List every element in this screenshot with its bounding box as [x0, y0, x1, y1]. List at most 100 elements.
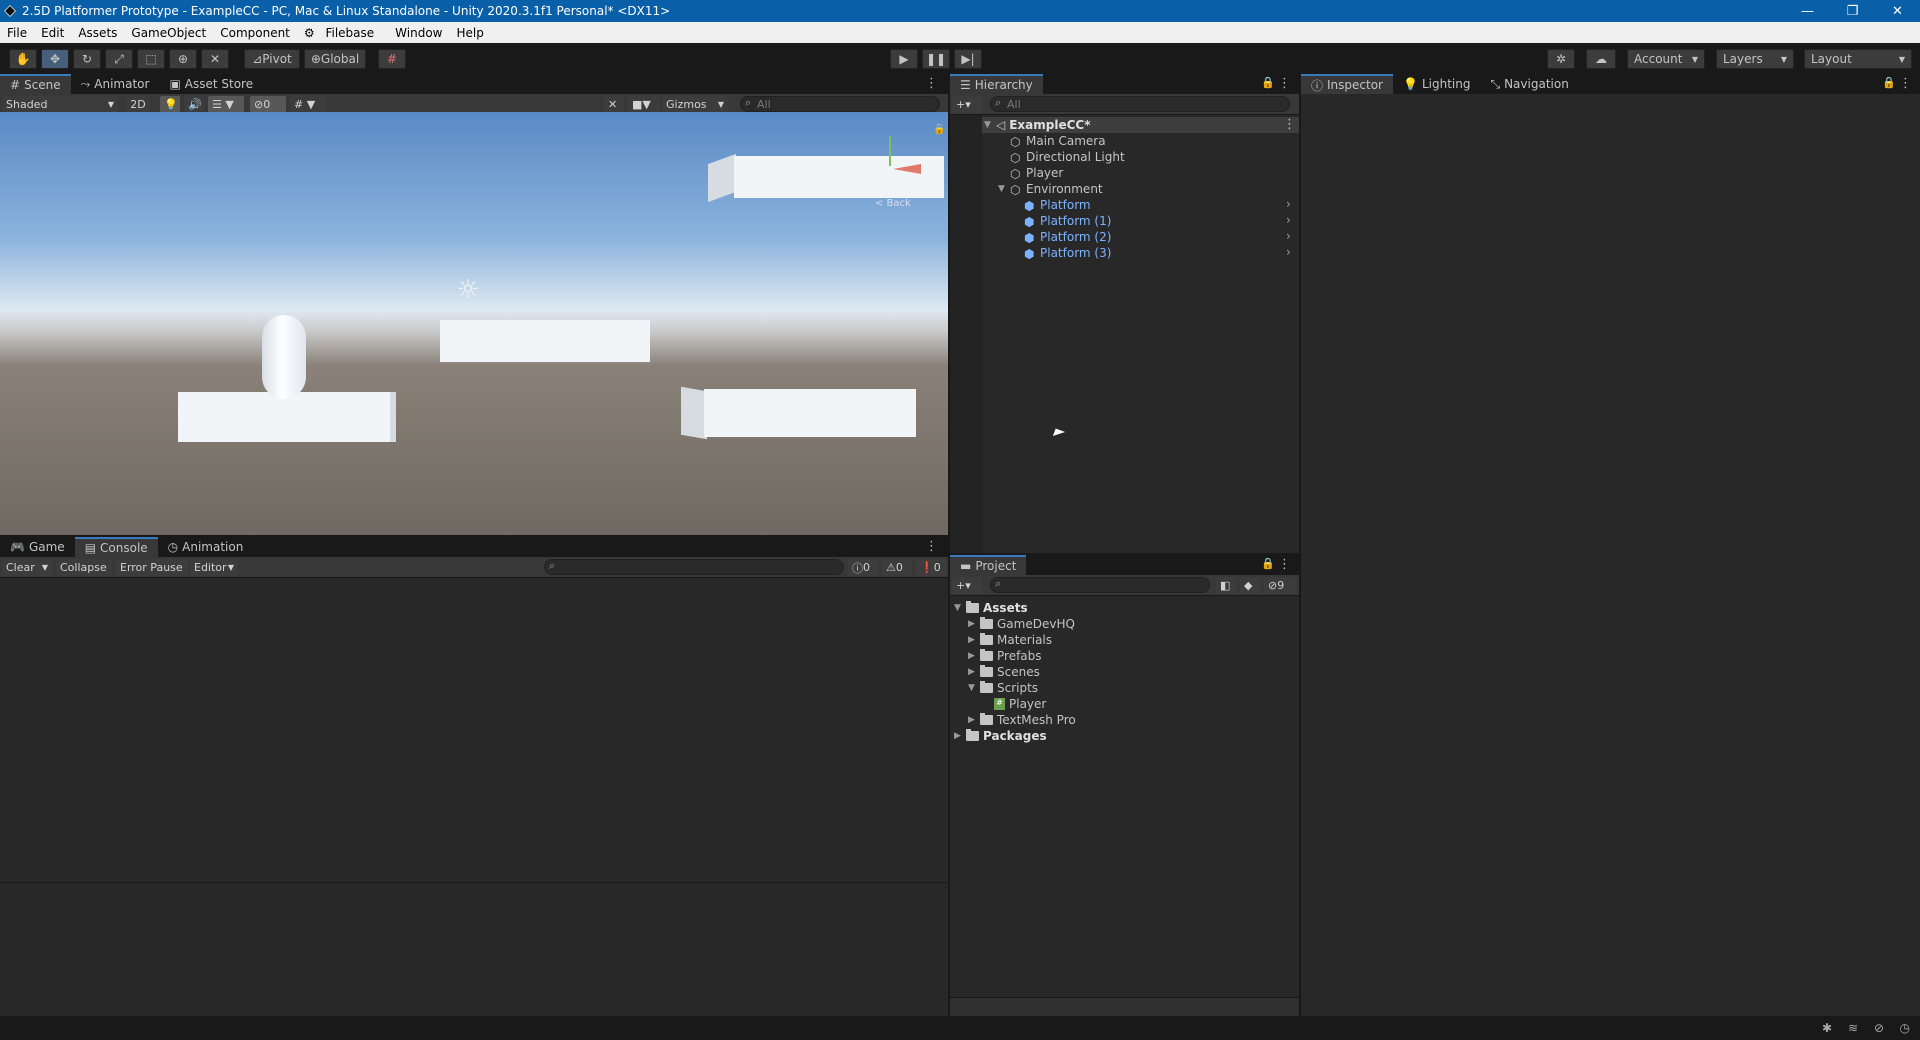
hierarchy-search-input[interactable]: All	[990, 96, 1290, 112]
tab-scene[interactable]: # Scene	[0, 74, 71, 94]
restore-button[interactable]: ❐	[1830, 0, 1875, 22]
chevron-right-icon[interactable]: ›	[1286, 197, 1291, 211]
expand-icon[interactable]: ▼	[984, 120, 996, 130]
hidden-objects-toggle[interactable]: ⊘ 0	[250, 96, 286, 113]
console-search-input[interactable]	[544, 559, 844, 575]
pause-button[interactable]: ❚❚	[922, 49, 950, 69]
tab-animator[interactable]: ⤳ Animator	[71, 74, 160, 94]
tab-inspector[interactable]: ⓘ Inspector	[1301, 74, 1393, 94]
scale-tool-button[interactable]: ⤢	[105, 49, 133, 69]
cache-icon[interactable]: ≋	[1848, 1021, 1858, 1035]
account-dropdown[interactable]: Account ▼	[1627, 49, 1705, 69]
search-by-type-button[interactable]: ◧	[1216, 577, 1236, 594]
hierarchy-item-platform-1[interactable]: ⬢ Platform (1)	[1024, 213, 1111, 229]
grid-dropdown[interactable]: # ▼	[290, 96, 326, 113]
expand-icon[interactable]: ▶	[954, 731, 966, 741]
player-capsule[interactable]	[262, 315, 306, 399]
lock-icon[interactable]: 🔒	[1261, 76, 1275, 89]
debug-mode-icon[interactable]: ⊘	[1874, 1021, 1884, 1035]
expand-icon[interactable]: ▶	[968, 619, 980, 629]
effects-dropdown[interactable]: ☰ ▼	[208, 96, 244, 113]
menu-edit[interactable]: Edit	[34, 26, 71, 40]
tab-navigation[interactable]: ⤡ Navigation	[1480, 74, 1578, 94]
tab-asset-store[interactable]: ▣ Asset Store	[159, 74, 263, 94]
warning-filter-toggle[interactable]: ⚠ 0	[882, 559, 912, 576]
lock-icon[interactable]: 🔒	[1882, 76, 1896, 89]
hierarchy-item-platform-3[interactable]: ⬢ Platform (3)	[1024, 245, 1111, 261]
hierarchy-menu-icon[interactable]: ⋮	[1278, 76, 1291, 91]
expand-icon[interactable]: ▼	[998, 184, 1010, 194]
grid-snap-button[interactable]: #	[378, 49, 406, 69]
rect-tool-button[interactable]: ⬚	[137, 49, 165, 69]
2d-toggle[interactable]: 2D	[126, 96, 150, 113]
shading-dropdown[interactable]: Shaded ▼	[2, 96, 118, 113]
global-toggle[interactable]: ⊕ Global	[304, 49, 366, 69]
lock-icon[interactable]: 🔒	[933, 124, 945, 135]
menu-file[interactable]: File	[0, 26, 34, 40]
menu-assets[interactable]: Assets	[71, 26, 124, 40]
project-menu-icon[interactable]: ⋮	[1278, 557, 1291, 572]
chevron-right-icon[interactable]: ›	[1286, 213, 1291, 227]
expand-icon[interactable]: ▶	[968, 667, 980, 677]
orientation-gizmo[interactable]: 🔒 < Back	[855, 124, 945, 214]
project-assets-folder[interactable]: ▼ Assets	[954, 600, 1028, 616]
pivot-toggle[interactable]: ⊿ Pivot	[244, 49, 300, 69]
hierarchy-item-directional-light[interactable]: ⬡ Directional Light	[1010, 149, 1125, 165]
project-packages-folder[interactable]: ▶ Packages	[954, 728, 1047, 744]
inspector-menu-icon[interactable]: ⋮	[1899, 76, 1912, 91]
scene-root-item[interactable]: ▼ ◁ ExampleCC*	[984, 117, 1091, 133]
expand-icon[interactable]: ▶	[968, 715, 980, 725]
tab-animation[interactable]: ◷ Animation	[158, 537, 254, 557]
scene-search-input[interactable]: All	[740, 96, 940, 112]
progress-icon[interactable]: ◷	[1900, 1021, 1910, 1035]
bug-icon[interactable]: ✱	[1822, 1021, 1832, 1035]
tab-lighting[interactable]: 💡 Lighting	[1393, 74, 1480, 94]
project-folder-prefabs[interactable]: ▶ Prefabs	[968, 648, 1042, 664]
search-by-label-button[interactable]: ◆	[1240, 577, 1260, 594]
layout-dropdown[interactable]: Layout ▼	[1804, 49, 1912, 69]
project-folder-gamedevhq[interactable]: ▶ GameDevHQ	[968, 616, 1075, 632]
expand-icon[interactable]: ▼	[968, 683, 980, 693]
close-button[interactable]: ✕	[1875, 0, 1920, 22]
error-filter-toggle[interactable]: ❗ 0	[916, 559, 946, 576]
log-filter-toggle[interactable]: ⓘ 0	[848, 559, 878, 576]
move-tool-button[interactable]: ✥	[41, 49, 69, 69]
collapse-toggle[interactable]: Collapse	[56, 559, 112, 576]
custom-tool-button[interactable]: ✕	[201, 49, 229, 69]
expand-icon[interactable]: ▼	[954, 603, 966, 613]
console-menu-icon[interactable]: ⋮	[925, 539, 938, 554]
scene-viewport[interactable]: ☼ 🔒 < Back	[0, 112, 948, 535]
hierarchy-item-environment[interactable]: ▼ ⬡ Environment	[998, 181, 1103, 197]
platform-2[interactable]	[704, 389, 916, 437]
project-search-input[interactable]	[990, 577, 1210, 593]
directional-light-icon[interactable]: ☼	[454, 276, 482, 304]
hierarchy-item-platform[interactable]: ⬢ Platform	[1024, 197, 1091, 213]
hidden-packages-toggle[interactable]: ⊘ 9	[1264, 577, 1296, 594]
create-dropdown[interactable]: +▾	[952, 96, 982, 113]
chevron-right-icon[interactable]: ›	[1286, 245, 1291, 259]
tab-hierarchy[interactable]: ☰ Hierarchy	[950, 74, 1043, 94]
camera-dropdown[interactable]: ■▼	[628, 96, 660, 113]
layers-dropdown[interactable]: Layers ▼	[1716, 49, 1794, 69]
menu-component[interactable]: Component	[213, 26, 297, 40]
tab-project[interactable]: ▬ Project	[950, 555, 1027, 575]
scene-menu-icon[interactable]: ⋮	[925, 76, 938, 91]
menu-filebase[interactable]: ⚙ Filebase	[297, 26, 388, 40]
hierarchy-item-platform-2[interactable]: ⬢ Platform (2)	[1024, 229, 1111, 245]
tab-console[interactable]: ▤ Console	[74, 537, 158, 557]
tools-toggle[interactable]: ✕	[604, 96, 624, 113]
cloud-button[interactable]: ☁	[1586, 49, 1616, 69]
platform[interactable]	[178, 392, 396, 442]
console-splitter[interactable]	[0, 882, 948, 883]
hierarchy-item-player[interactable]: ⬡ Player	[1010, 165, 1063, 181]
clear-dropdown[interactable]: Clear ▼	[2, 559, 52, 576]
platform-1[interactable]	[440, 320, 650, 362]
chevron-right-icon[interactable]: ›	[1286, 229, 1291, 243]
transform-tool-button[interactable]: ⊕	[169, 49, 197, 69]
audio-toggle[interactable]: 🔊	[184, 96, 204, 113]
expand-icon[interactable]: ▶	[968, 651, 980, 661]
project-folder-textmesh-pro[interactable]: ▶ TextMesh Pro	[968, 712, 1076, 728]
lock-icon[interactable]: 🔒	[1261, 557, 1275, 570]
hand-tool-button[interactable]: ✋	[9, 49, 37, 69]
error-pause-toggle[interactable]: Error Pause	[116, 559, 188, 576]
